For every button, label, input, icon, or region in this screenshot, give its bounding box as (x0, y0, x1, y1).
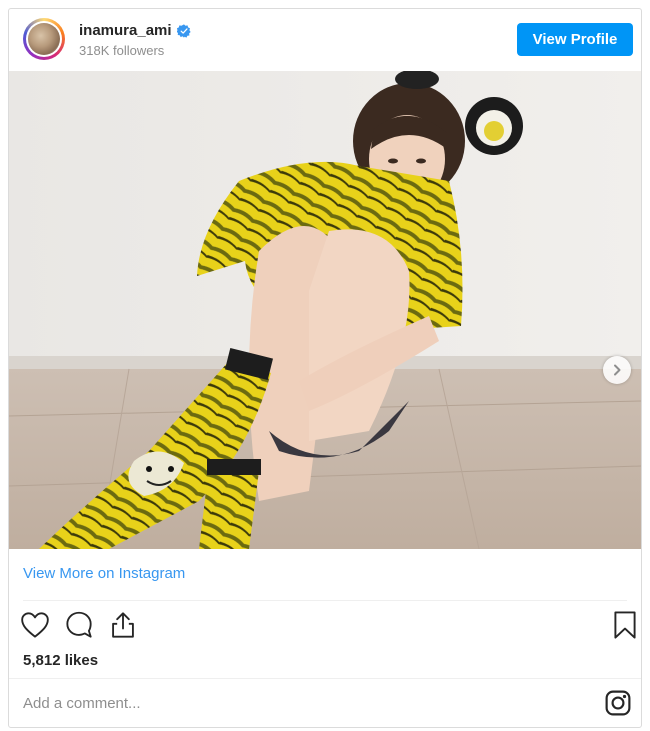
instagram-logo-icon[interactable] (605, 690, 631, 716)
next-photo-button[interactable] (603, 356, 631, 384)
share-button[interactable] (107, 609, 139, 641)
chevron-right-icon (614, 364, 621, 376)
divider (9, 678, 641, 679)
photo-illustration (9, 71, 641, 549)
username[interactable]: inamura_ami (79, 22, 172, 39)
divider (23, 600, 627, 601)
view-profile-button[interactable]: View Profile (517, 23, 633, 56)
action-bar (19, 609, 636, 643)
view-more-link[interactable]: View More on Instagram (23, 565, 185, 582)
like-button[interactable] (19, 609, 51, 641)
avatar[interactable] (23, 18, 65, 60)
instagram-embed-card: inamura_ami 318K followers View Profile (8, 8, 642, 728)
post-header: inamura_ami 318K followers View Profile (9, 9, 641, 71)
likes-count: 5,812 likes (23, 652, 99, 669)
avatar-photo (28, 23, 60, 55)
share-icon (112, 612, 134, 638)
followers-count: 318K followers (79, 43, 165, 58)
bookmark-button[interactable] (609, 609, 641, 641)
comment-icon (66, 611, 92, 638)
post-photo[interactable] (9, 71, 641, 549)
comment-button[interactable] (63, 609, 95, 641)
heart-icon (21, 612, 49, 638)
comment-input[interactable] (23, 689, 583, 717)
verified-badge-icon (176, 23, 191, 38)
bookmark-icon (614, 611, 636, 639)
